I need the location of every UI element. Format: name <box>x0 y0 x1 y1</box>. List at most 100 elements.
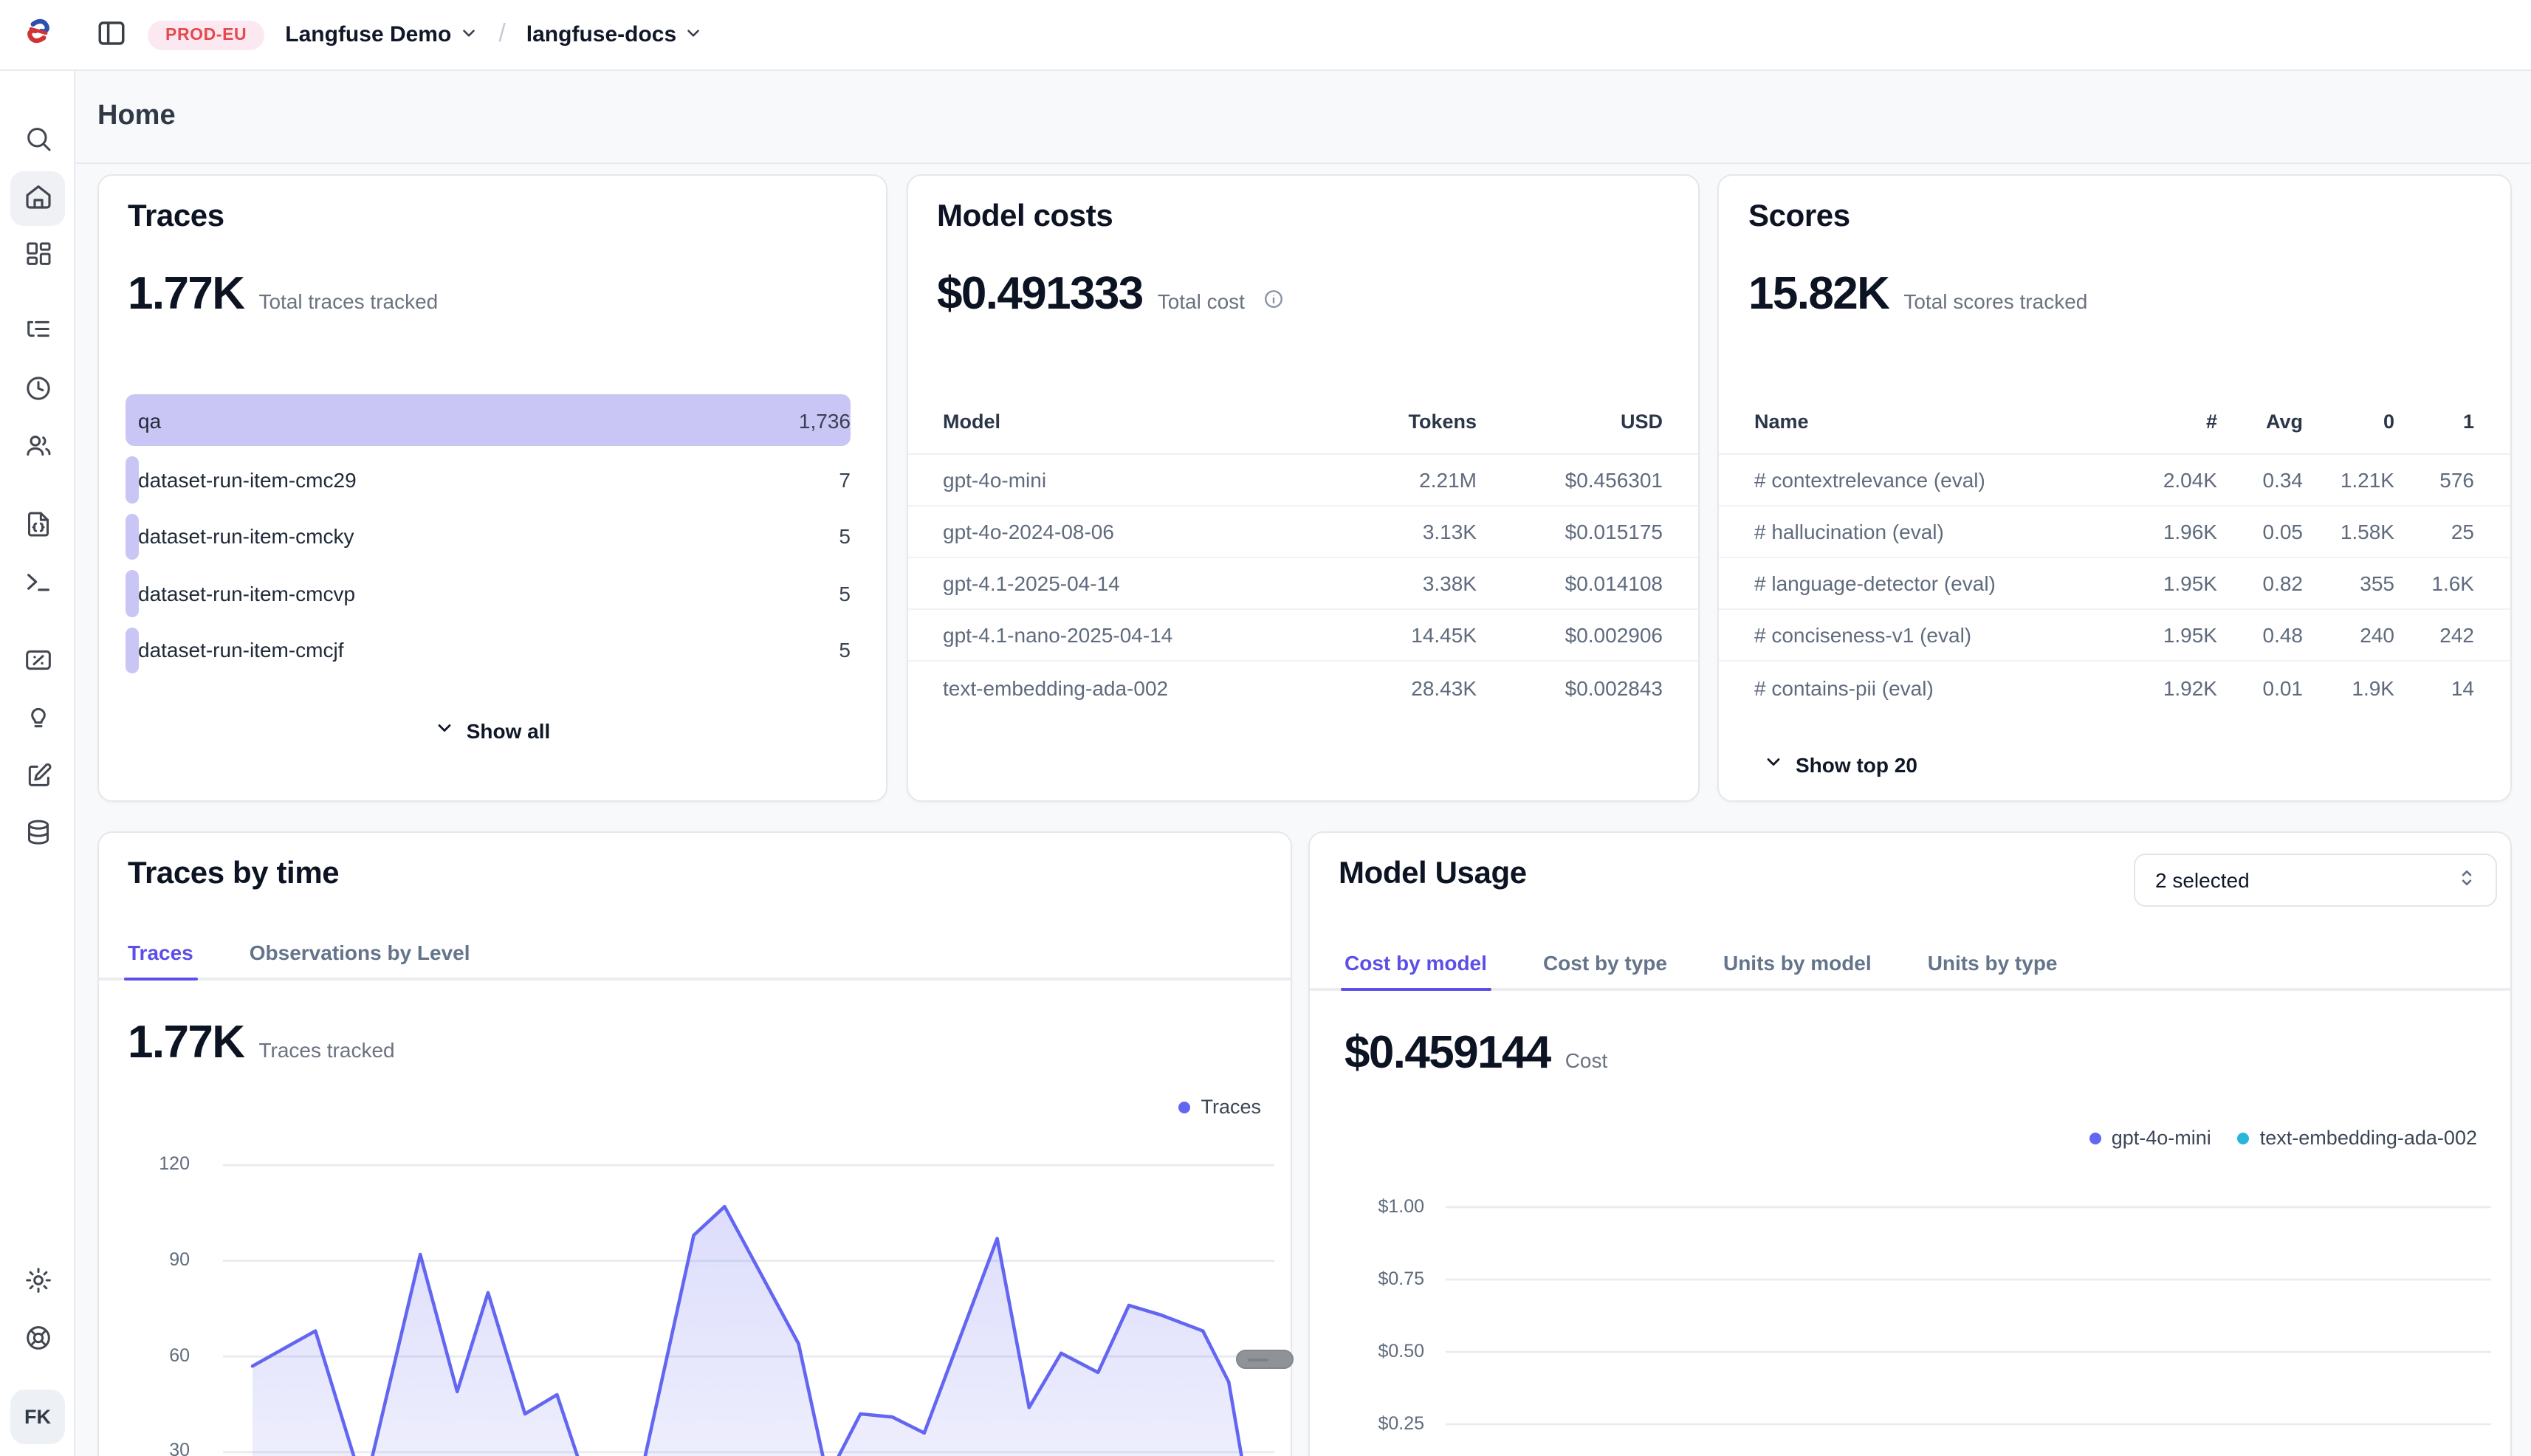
column-header: 1 <box>2394 410 2474 432</box>
sidebar: FK <box>0 71 75 1456</box>
tab-traces[interactable]: Traces <box>128 932 193 978</box>
model-usage-cost-label: Cost <box>1565 1048 1608 1072</box>
sidebar-item-annotation[interactable] <box>10 750 65 805</box>
trace-bar-row[interactable]: dataset-run-item-cmc29 7 <box>125 456 851 503</box>
trace-name: dataset-run-item-cmc29 <box>138 468 357 492</box>
table-cell: # language-detector (eval) <box>1754 571 2123 595</box>
model-usage-card: Model Usage 2 selected Cost by modelCost… <box>1308 831 2511 1456</box>
sidebar-item-prompts[interactable] <box>10 499 65 554</box>
trace-bar-row[interactable]: dataset-run-item-cmcky 5 <box>125 513 851 560</box>
sidebar-item-support[interactable] <box>10 1313 65 1367</box>
list-tree-icon <box>23 316 52 350</box>
trace-bar-row[interactable]: dataset-run-item-cmcjf 5 <box>125 627 851 673</box>
y-axis-label: $0.50 <box>1330 1340 1424 1361</box>
traces-by-time-tabs: Traces Observations by Level <box>98 932 1291 981</box>
table-cell: 242 <box>2394 623 2474 647</box>
sidebar-item-tracing[interactable] <box>10 306 65 360</box>
user-avatar[interactable]: FK <box>10 1390 65 1444</box>
legend-label: text-embedding-ada-002 <box>2260 1127 2477 1149</box>
trace-count: 7 <box>839 468 851 492</box>
sidebar-item-datasets[interactable] <box>10 808 65 862</box>
legend-item: Traces <box>1178 1096 1261 1118</box>
table-cell: $0.456301 <box>1477 468 1663 492</box>
table-cell: # hallucination (eval) <box>1754 520 2123 543</box>
sidebar-item-playground[interactable] <box>10 557 65 611</box>
column-header: Name <box>1754 410 2123 432</box>
database-icon <box>23 818 52 852</box>
chevron-down-icon <box>434 718 455 743</box>
widget-resize-handle[interactable] <box>1236 1350 1294 1369</box>
trace-bar-row[interactable]: qa 1,736 <box>125 394 851 446</box>
y-axis-label: $1.00 <box>1330 1195 1424 1216</box>
org-switcher[interactable]: Langfuse Demo <box>285 21 478 48</box>
table-row: # conciseness-v1 (eval)1.95K0.48240242 <box>1719 610 2510 662</box>
show-all-label: Show all <box>467 718 551 742</box>
table-cell: gpt-4o-2024-08-06 <box>943 520 1314 543</box>
scores-table-header: Name#Avg01 <box>1719 403 2510 439</box>
show-all-button[interactable]: Show all <box>434 718 551 743</box>
sidebar-toggle-button[interactable] <box>96 17 127 52</box>
column-header: Tokens <box>1314 410 1477 432</box>
tab-units-by-model[interactable]: Units by model <box>1723 942 1872 988</box>
score-percent-icon <box>23 645 52 679</box>
model-select-value: 2 selected <box>2155 868 2250 892</box>
traces-tracked-total: 1.77K <box>128 1016 244 1069</box>
sidebar-item-llm-as-a-judge[interactable] <box>10 693 65 747</box>
lightbulb-icon <box>23 703 52 737</box>
project-switcher[interactable]: langfuse-docs <box>526 21 703 48</box>
file-code-icon <box>23 509 52 543</box>
table-cell: 2.21M <box>1314 468 1477 492</box>
sidebar-item-search[interactable] <box>10 114 65 168</box>
table-cell: $0.015175 <box>1477 520 1663 543</box>
tab-observations-by-level[interactable]: Observations by Level <box>250 932 470 978</box>
panel-left-icon <box>96 17 127 52</box>
table-row: # contains-pii (eval)1.92K0.011.9K14 <box>1719 662 2510 713</box>
table-cell: text-embedding-ada-002 <box>943 676 1314 699</box>
tab-cost-by-type[interactable]: Cost by type <box>1543 942 1667 988</box>
table-cell: 0.48 <box>2217 623 2303 647</box>
model-select-dropdown[interactable]: 2 selected <box>2133 854 2496 907</box>
y-axis-label: $0.25 <box>1330 1412 1424 1433</box>
table-cell: 25 <box>2394 520 2474 543</box>
model-costs-total: $0.491333 <box>937 267 1143 320</box>
table-cell: gpt-4.1-nano-2025-04-14 <box>943 623 1314 647</box>
trace-name: dataset-run-item-cmcky <box>138 525 354 549</box>
model-costs-table-body: gpt-4o-mini2.21M$0.456301gpt-4o-2024-08-… <box>907 453 1698 713</box>
table-row: # contextrelevance (eval)2.04K0.341.21K5… <box>1719 455 2510 506</box>
sidebar-item-evaluation[interactable] <box>10 635 65 690</box>
traces-total: 1.77K <box>128 267 244 320</box>
y-axis-label: 60 <box>98 1345 190 1365</box>
sidebar-item-dashboards[interactable] <box>10 229 65 284</box>
table-row: text-embedding-ada-00228.43K$0.002843 <box>907 662 1698 713</box>
sidebar-item-sessions[interactable] <box>10 363 65 418</box>
legend-dot-icon <box>1178 1101 1190 1113</box>
table-cell: 0.01 <box>2217 676 2303 699</box>
info-icon[interactable] <box>1263 288 1285 317</box>
users-icon <box>23 431 52 465</box>
table-cell: $0.014108 <box>1477 571 1663 595</box>
table-cell: # contains-pii (eval) <box>1754 676 2123 699</box>
model-usage-chart-legend: gpt-4o-mini text-embedding-ada-002 <box>1309 1127 2510 1149</box>
show-top-20-button[interactable]: Show top 20 <box>1763 752 1917 777</box>
y-axis-label: 30 <box>98 1440 190 1456</box>
table-cell: $0.002843 <box>1477 676 1663 699</box>
model-usage-cost-total: $0.459144 <box>1345 1026 1550 1079</box>
column-header: # <box>2123 410 2217 432</box>
breadcrumb-separator: / <box>498 18 505 48</box>
model-costs-card: Model costs $0.491333 Total cost ModelTo… <box>906 174 1700 802</box>
environment-badge: PROD-EU <box>148 20 264 49</box>
column-header: USD <box>1477 410 1663 432</box>
tab-cost-by-model[interactable]: Cost by model <box>1345 942 1487 988</box>
sidebar-item-home[interactable] <box>10 171 65 226</box>
tab-units-by-type[interactable]: Units by type <box>1928 942 2058 988</box>
table-cell: 3.13K <box>1314 520 1477 543</box>
table-cell: 0.82 <box>2217 571 2303 595</box>
trace-count: 5 <box>839 639 851 662</box>
legend-dot-icon <box>2238 1132 2250 1144</box>
trace-bar-row[interactable]: dataset-run-item-cmcvp 5 <box>125 570 851 617</box>
chevron-down-icon <box>1763 752 1784 777</box>
table-cell: # contextrelevance (eval) <box>1754 468 2123 492</box>
traces-card-title: Traces <box>98 176 886 235</box>
sidebar-item-settings[interactable] <box>10 1255 65 1310</box>
sidebar-item-users[interactable] <box>10 421 65 475</box>
